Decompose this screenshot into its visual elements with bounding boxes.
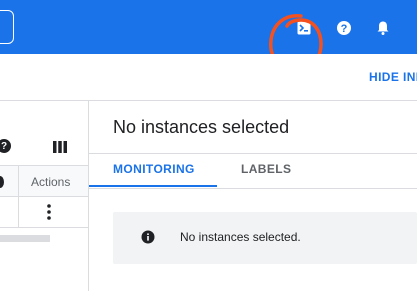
svg-text:?: ? xyxy=(341,23,348,35)
actions-column-header: Actions xyxy=(31,175,71,189)
horizontal-scrollbar[interactable] xyxy=(0,235,50,242)
column-header-icon xyxy=(0,176,4,188)
table-header-row: Actions xyxy=(0,166,88,197)
more-actions-icon[interactable] xyxy=(47,204,51,225)
info-notice: No instances selected. xyxy=(113,212,417,264)
active-tab-indicator xyxy=(89,185,217,187)
table-toolbar: ? xyxy=(0,101,88,166)
hide-info-panel-button[interactable]: HIDE INF xyxy=(369,70,417,84)
notifications-bell-icon[interactable] xyxy=(374,19,392,37)
table-row[interactable] xyxy=(0,197,88,228)
page-header: HIDE INF xyxy=(0,54,417,101)
tab-labels[interactable]: LABELS xyxy=(241,162,291,176)
panel-title: No instances selected xyxy=(113,117,290,137)
tab-monitoring[interactable]: MONITORING xyxy=(113,162,195,176)
details-panel: No instances selected MONITORING LABELS … xyxy=(89,101,417,291)
column-display-options-icon[interactable] xyxy=(53,140,67,158)
column-divider xyxy=(18,166,19,196)
help-icon[interactable]: ? xyxy=(0,139,11,153)
notice-text: No instances selected. xyxy=(180,230,301,244)
info-icon xyxy=(141,230,155,244)
instances-table-pane: ? Actions xyxy=(0,101,89,291)
search-box[interactable] xyxy=(0,10,14,44)
column-divider xyxy=(18,197,19,227)
help-icon[interactable]: ? xyxy=(335,19,353,37)
top-app-bar: ? xyxy=(0,0,417,54)
tab-bar: MONITORING LABELS xyxy=(89,153,417,189)
